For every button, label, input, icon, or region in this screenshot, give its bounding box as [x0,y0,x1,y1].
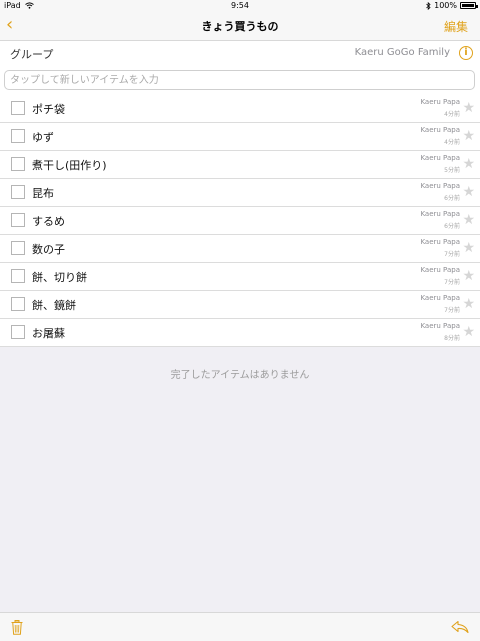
item-list: ポチ袋 Kaeru Papa 4分前 ★ ゆず Kaeru Papa 4分前 ★… [0,95,480,347]
item-user: Kaeru Papa [420,126,460,134]
star-icon[interactable]: ★ [462,100,475,116]
list-item[interactable]: ポチ袋 Kaeru Papa 4分前 ★ [0,95,480,123]
item-time: 7分前 [444,305,460,314]
group-label: グループ [10,46,53,62]
star-icon[interactable]: ★ [462,268,475,284]
battery-icon [460,2,476,9]
star-icon[interactable]: ★ [462,156,475,172]
new-item-input[interactable] [4,70,475,90]
item-time: 7分前 [444,249,460,258]
list-item[interactable]: 餅、切り餅 Kaeru Papa 7分前 ★ [0,263,480,291]
item-name: ゆず [32,129,54,145]
star-icon[interactable]: ★ [462,184,475,200]
list-item[interactable]: 煮干し(田作り) Kaeru Papa 5分前 ★ [0,151,480,179]
item-name: 煮干し(田作り) [32,157,107,173]
item-user: Kaeru Papa [420,294,460,302]
status-time: 9:54 [0,1,480,10]
item-time: 7分前 [444,277,460,286]
trash-icon[interactable] [11,620,23,635]
nav-bar: ‹ きょう買うもの 編集 [0,12,480,41]
item-checkbox[interactable] [11,269,25,283]
item-checkbox[interactable] [11,325,25,339]
edit-button[interactable]: 編集 [444,18,468,35]
item-checkbox[interactable] [11,185,25,199]
item-name: お屠蘇 [32,325,65,341]
item-time: 4分前 [444,109,460,118]
item-name: ポチ袋 [32,101,65,117]
star-icon[interactable]: ★ [462,296,475,312]
item-time: 6分前 [444,193,460,202]
page-title: きょう買うもの [0,18,480,34]
item-time: 6分前 [444,221,460,230]
group-row[interactable]: グループ Kaeru GoGo Family i [0,41,480,68]
list-item[interactable]: ゆず Kaeru Papa 4分前 ★ [0,123,480,151]
item-user: Kaeru Papa [420,154,460,162]
bottom-toolbar [0,612,480,641]
new-item-area [0,67,480,96]
item-user: Kaeru Papa [420,182,460,190]
group-name: Kaeru GoGo Family [355,47,450,58]
item-checkbox[interactable] [11,241,25,255]
star-icon[interactable]: ★ [462,128,475,144]
info-icon[interactable]: i [459,46,473,60]
battery-percent: 100% [434,1,457,10]
reply-icon[interactable] [451,620,469,634]
item-time: 5分前 [444,165,460,174]
item-checkbox[interactable] [11,101,25,115]
item-name: するめ [32,213,65,229]
list-item[interactable]: お屠蘇 Kaeru Papa 8分前 ★ [0,319,480,347]
item-name: 数の子 [32,241,65,257]
item-user: Kaeru Papa [420,322,460,330]
item-checkbox[interactable] [11,129,25,143]
item-name: 餅、鏡餅 [32,297,76,313]
list-item[interactable]: 餅、鏡餅 Kaeru Papa 7分前 ★ [0,291,480,319]
item-name: 昆布 [32,185,54,201]
item-user: Kaeru Papa [420,210,460,218]
item-name: 餅、切り餅 [32,269,87,285]
item-time: 4分前 [444,137,460,146]
list-item[interactable]: 昆布 Kaeru Papa 6分前 ★ [0,179,480,207]
star-icon[interactable]: ★ [462,324,475,340]
item-time: 8分前 [444,333,460,342]
list-item[interactable]: 数の子 Kaeru Papa 7分前 ★ [0,235,480,263]
status-bar: iPad 9:54 100% [0,0,480,12]
item-user: Kaeru Papa [420,238,460,246]
bluetooth-icon [426,2,431,10]
item-checkbox[interactable] [11,297,25,311]
item-user: Kaeru Papa [420,98,460,106]
star-icon[interactable]: ★ [462,212,475,228]
empty-completed-message: 完了したアイテムはありません [0,366,480,381]
item-user: Kaeru Papa [420,266,460,274]
star-icon[interactable]: ★ [462,240,475,256]
item-checkbox[interactable] [11,213,25,227]
item-checkbox[interactable] [11,157,25,171]
list-item[interactable]: するめ Kaeru Papa 6分前 ★ [0,207,480,235]
